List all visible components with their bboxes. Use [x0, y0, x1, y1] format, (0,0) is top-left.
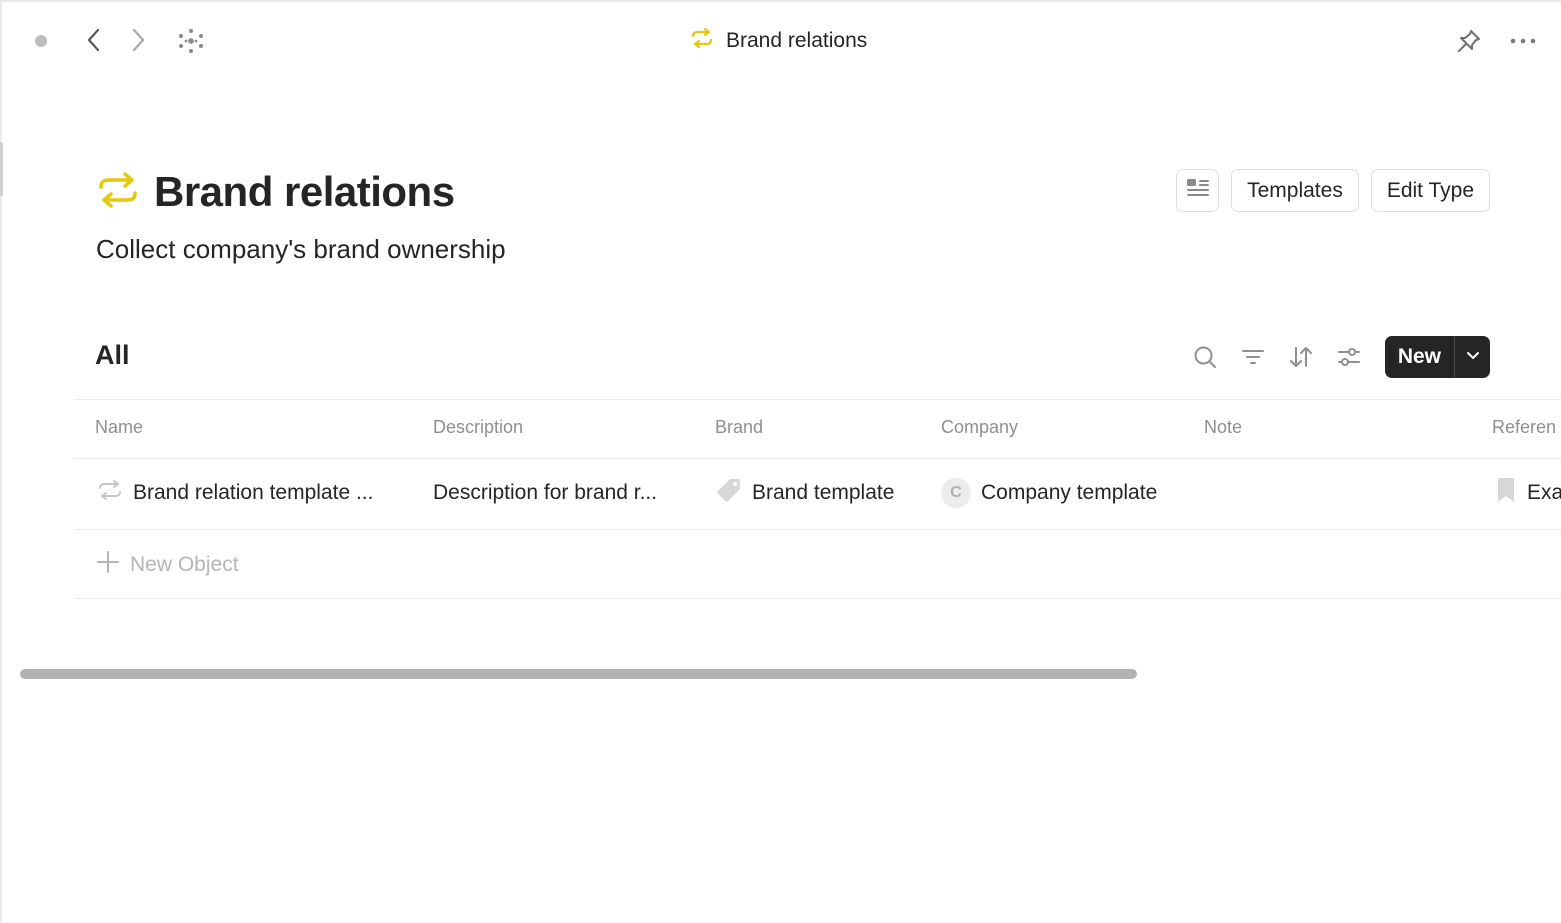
column-header-name[interactable]: Name	[95, 417, 143, 438]
chevron-down-icon	[1466, 348, 1480, 366]
row-brand: Brand template	[752, 481, 895, 504]
sort-icon[interactable]	[1277, 336, 1325, 378]
new-object-label: New Object	[130, 553, 239, 576]
breadcrumb-title: Brand relations	[726, 29, 868, 52]
page-title: Brand relations	[154, 168, 455, 215]
back-arrow-icon[interactable]	[80, 26, 108, 54]
new-object-row[interactable]: New Object	[96, 548, 239, 582]
new-button-group: New	[1384, 336, 1490, 378]
table-row-description-cell[interactable]: Description for brand r...	[433, 476, 657, 510]
settings-icon[interactable]	[1325, 336, 1373, 378]
column-header-brand[interactable]: Brand	[715, 417, 763, 438]
more-icon[interactable]	[1506, 26, 1540, 56]
relation-type-icon	[96, 171, 140, 213]
table-row-company-cell[interactable]: C Company template	[941, 476, 1157, 510]
sidebar-resize-handle[interactable]	[0, 142, 3, 196]
search-icon[interactable]	[1181, 336, 1229, 378]
table-divider	[74, 399, 1561, 400]
row-reference: Exa	[1527, 481, 1561, 504]
view-toolbar: New	[1181, 336, 1490, 378]
new-button[interactable]: New	[1385, 336, 1454, 378]
graph-icon[interactable]	[176, 26, 206, 56]
edit-type-button[interactable]: Edit Type	[1370, 169, 1490, 212]
table-row-brand-cell[interactable]: Brand template	[716, 476, 894, 510]
layout-icon	[1186, 178, 1210, 204]
table-divider	[74, 529, 1561, 530]
relation-type-icon	[97, 479, 123, 507]
top-bar: Brand relations	[0, 0, 1561, 80]
column-header-reference[interactable]: Referen	[1492, 417, 1556, 438]
horizontal-scrollbar[interactable]	[20, 669, 1137, 679]
column-header-description[interactable]: Description	[433, 417, 523, 438]
page-title-row: Brand relations	[96, 168, 455, 216]
table-divider	[74, 458, 1561, 459]
status-dot	[35, 35, 47, 47]
column-header-note[interactable]: Note	[1204, 417, 1242, 438]
filter-icon[interactable]	[1229, 336, 1277, 378]
bookmark-icon	[1495, 477, 1517, 509]
new-dropdown-button[interactable]	[1454, 336, 1490, 378]
company-avatar: C	[941, 478, 971, 508]
column-header-company[interactable]: Company	[941, 417, 1018, 438]
tag-icon	[716, 477, 742, 509]
layout-button[interactable]	[1176, 169, 1220, 212]
row-company: Company template	[981, 481, 1158, 504]
forward-arrow-icon[interactable]	[124, 26, 152, 54]
templates-button[interactable]: Templates	[1231, 169, 1359, 212]
breadcrumb[interactable]: Brand relations	[690, 26, 867, 56]
table-row-name-cell[interactable]: Brand relation template ...	[97, 476, 373, 510]
relation-type-icon	[690, 27, 714, 54]
table-divider	[74, 598, 1561, 599]
row-description: Description for brand r...	[433, 481, 658, 504]
window-frame	[0, 0, 1561, 923]
row-name: Brand relation template ...	[133, 481, 374, 504]
header-actions: Templates Edit Type	[1176, 169, 1490, 212]
table-row-reference-cell[interactable]: Exa	[1495, 476, 1561, 510]
view-tab-all[interactable]: All	[95, 340, 130, 371]
pin-icon[interactable]	[1454, 26, 1484, 56]
page-description[interactable]: Collect company's brand ownership	[96, 234, 506, 265]
plus-icon	[96, 550, 120, 580]
